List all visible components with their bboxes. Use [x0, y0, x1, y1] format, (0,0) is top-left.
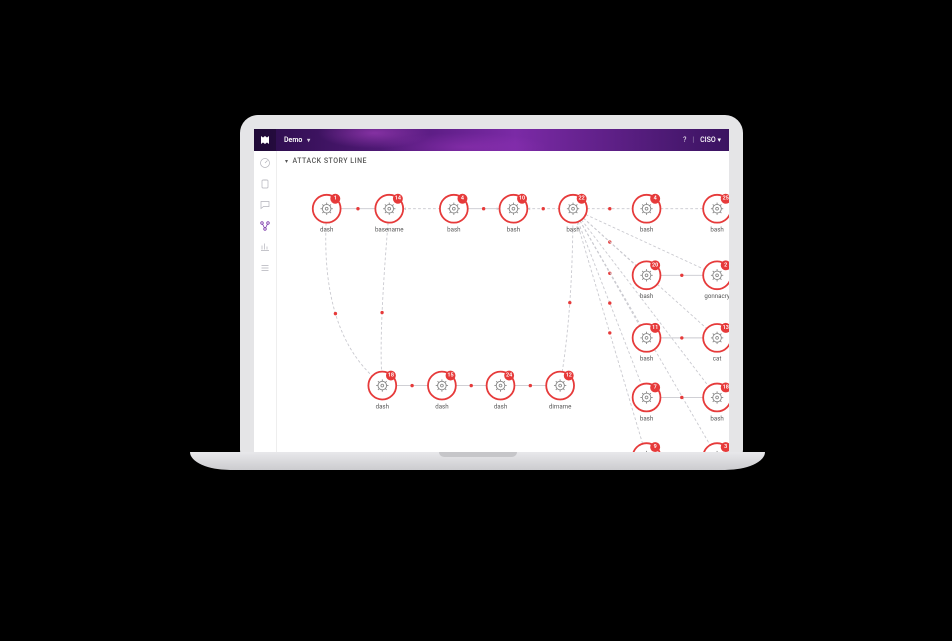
svg-text:7: 7 [654, 384, 657, 390]
svg-text:bash: bash [640, 292, 653, 300]
svg-text:gonnacry: gonnacry [704, 292, 729, 300]
graph-node[interactable]: 20 bash [633, 260, 661, 300]
svg-text:dash: dash [376, 402, 389, 410]
svg-text:12: 12 [566, 373, 572, 379]
svg-text:1: 1 [334, 196, 337, 202]
graph-node[interactable]: 15 dash [428, 371, 456, 411]
graph-node[interactable]: 11 bash [633, 323, 661, 363]
attack-graph[interactable]: 1 dash 14 basename 4 bash 10 bash 22 bash 4 bash 25 b… [277, 169, 729, 454]
svg-text:cat: cat [713, 355, 722, 363]
svg-text:4: 4 [654, 196, 657, 202]
help-button[interactable]: ? [683, 136, 686, 144]
svg-text:bash: bash [640, 226, 653, 234]
graph-node[interactable]: 22 bash [559, 194, 587, 234]
svg-text:basename: basename [375, 226, 404, 234]
graph-node[interactable]: 14 basename [375, 194, 404, 234]
graph-node[interactable]: 4 bash [440, 194, 468, 234]
svg-text:10: 10 [519, 196, 525, 202]
svg-text:14: 14 [395, 196, 401, 202]
graph-node[interactable]: 12 dirname [546, 371, 574, 411]
more-icon[interactable] [259, 262, 271, 274]
svg-text:18: 18 [723, 384, 729, 390]
tenant-selector[interactable]: Demo ▾ [276, 136, 318, 144]
svg-text:bash: bash [447, 226, 460, 234]
chat-icon[interactable] [259, 199, 271, 211]
caret-down-icon: ▾ [285, 158, 289, 165]
brand-logo-icon[interactable] [254, 129, 276, 151]
section-header[interactable]: ▾ ATTACK STORY LINE [277, 151, 729, 167]
svg-text:18: 18 [388, 373, 394, 379]
svg-text:22: 22 [579, 196, 585, 202]
svg-text:dash: dash [435, 402, 448, 410]
svg-text:11: 11 [652, 325, 658, 331]
svg-text:25: 25 [723, 196, 729, 202]
svg-text:bash: bash [710, 226, 723, 234]
svg-text:dash: dash [494, 402, 507, 410]
graph-node[interactable]: 2 gonnacry [703, 260, 729, 300]
header-divider: | [692, 136, 694, 144]
svg-text:9: 9 [654, 444, 657, 450]
graph-node[interactable]: 25 bash [703, 194, 729, 234]
app-window: Demo ▾ ? | CISO ▾ [254, 129, 729, 454]
gauge-icon[interactable] [259, 157, 271, 169]
chevron-down-icon: ▾ [717, 136, 721, 144]
tree-icon[interactable] [259, 220, 271, 232]
sidebar [254, 151, 277, 454]
role-selector[interactable]: CISO ▾ [700, 136, 721, 144]
svg-text:bash: bash [640, 414, 653, 422]
chevron-down-icon: ▾ [307, 137, 310, 144]
svg-text:15: 15 [447, 373, 453, 379]
graph-node[interactable]: 13 cat [703, 323, 729, 363]
svg-text:3: 3 [724, 444, 727, 450]
svg-text:dirname: dirname [549, 402, 572, 410]
app-header: Demo ▾ ? | CISO ▾ [254, 129, 729, 151]
chart-icon[interactable] [259, 241, 271, 253]
graph-node[interactable]: 4 bash [633, 194, 661, 234]
svg-text:4: 4 [461, 196, 464, 202]
laptop-frame: Demo ▾ ? | CISO ▾ [240, 115, 743, 468]
svg-text:2: 2 [724, 262, 727, 268]
section-title-text: ATTACK STORY LINE [293, 157, 367, 165]
svg-text:bash: bash [710, 414, 723, 422]
graph-node[interactable]: 1 dash [313, 194, 341, 234]
svg-text:bash: bash [566, 226, 579, 234]
svg-text:bash: bash [507, 226, 520, 234]
laptop-base [190, 452, 765, 470]
svg-text:13: 13 [723, 325, 729, 331]
clipboard-icon[interactable] [259, 178, 271, 190]
graph-node[interactable]: 10 bash [500, 194, 528, 234]
tenant-name: Demo [284, 136, 302, 144]
role-label: CISO [700, 136, 716, 144]
svg-text:20: 20 [652, 262, 658, 268]
app-body: ▾ ATTACK STORY LINE 1 dash 14 basename 4 bash… [254, 151, 729, 454]
svg-text:24: 24 [506, 373, 512, 379]
graph-node[interactable]: 18 dash [368, 371, 396, 411]
graph-node[interactable]: 18 bash [703, 383, 729, 423]
svg-text:bash: bash [640, 355, 653, 363]
graph-node[interactable]: 24 dash [487, 371, 515, 411]
graph-node[interactable]: 7 bash [633, 383, 661, 423]
canvas-wrap: ▾ ATTACK STORY LINE 1 dash 14 basename 4 bash… [277, 151, 729, 454]
svg-text:dash: dash [320, 226, 333, 234]
